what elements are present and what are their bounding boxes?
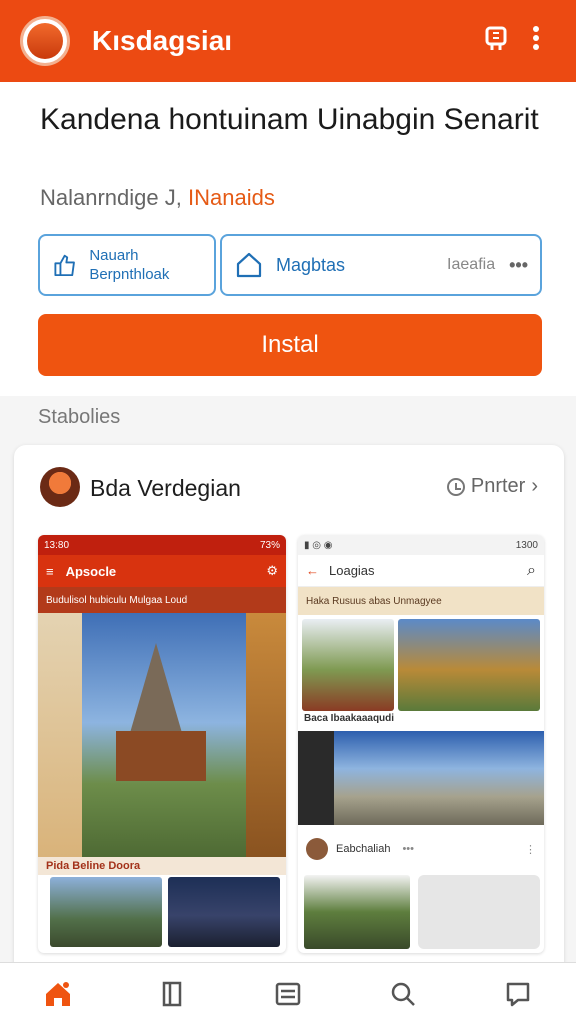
menu-icon: ≡	[46, 563, 54, 579]
screenshot-2-post-row: Eabchaliah ••• ⋮	[298, 829, 544, 869]
settings-icon: ⚙	[266, 563, 278, 578]
thumbs-up-icon	[54, 254, 75, 277]
nav-library[interactable]	[149, 970, 197, 1018]
nav-list[interactable]	[264, 970, 312, 1018]
screenshot-2-banner: Haka Rusuus abas Unmagyee	[298, 587, 544, 615]
screenshot-1-status-bar: 13:80 73%	[38, 535, 286, 555]
post-kebab-icon: ⋮	[525, 843, 536, 856]
screenshot-2-image-4	[304, 875, 410, 949]
screenshot-1-time: 13:80	[44, 539, 70, 551]
screenshot-1[interactable]: 13:80 73% ≡ Apsocle ⚙ Budulisol hubiculu…	[38, 535, 286, 953]
book-icon	[162, 981, 182, 1006]
screenshot-1-banner: Budulisol hubiculu Mulgaa Loud	[38, 587, 286, 613]
app-name: Kandena hontuinam Uinabgin Senarit	[40, 103, 539, 136]
developer-card: Bda Verdegian Pnrter › 13:80 73% ≡ Apsoc…	[14, 445, 564, 1024]
preview-link[interactable]: Pnrter ›	[446, 475, 538, 498]
screenshot-1-side-panel-left	[38, 613, 82, 857]
screenshot-2-title: Loagias	[329, 563, 375, 578]
meta-more-icon[interactable]: •••	[509, 255, 528, 276]
screenshot-2-image-5	[418, 875, 540, 949]
more-vert-icon[interactable]	[516, 25, 556, 58]
screenshot-2-image-2	[398, 619, 540, 711]
screenshot-1-side-panel-right	[246, 613, 286, 857]
clock-icon	[446, 477, 465, 496]
screenshot-2-dark-strip	[298, 731, 334, 825]
preview-label: Pnrter	[470, 475, 526, 497]
chevron-right-icon: ›	[531, 475, 538, 497]
meta-category-label: Magbtas	[276, 254, 346, 275]
screenshot-2-signal-icons: ▮ ◎ ◉	[304, 539, 333, 551]
chat-icon	[507, 982, 530, 1006]
developer-avatar	[40, 467, 80, 507]
install-button[interactable]: Instal	[38, 314, 542, 376]
home-icon	[45, 981, 70, 1006]
screenshot-1-thumb-1	[50, 877, 162, 947]
developer-name: Nalanrndige J,	[40, 185, 182, 210]
developer-line: Nalanrndige J, INanaids	[40, 185, 275, 211]
meta-box-category[interactable]: Magbtas Iaeafia •••	[220, 234, 542, 296]
nav-home[interactable]	[34, 970, 82, 1018]
app-header: Kandena hontuinam Uinabgin Senarit Nalan…	[0, 82, 576, 396]
screenshot-2-image-1	[302, 619, 394, 711]
search-icon: ⌕	[527, 561, 536, 579]
nav-search[interactable]	[379, 970, 427, 1018]
temple-body-shape	[116, 731, 206, 781]
app-bar: Kısdagsiaı	[0, 0, 576, 82]
meta-extra-label: Iaeafia	[447, 256, 496, 273]
screenshot-1-caption: Pida Beline Doora	[38, 857, 286, 875]
screenshot-2-image-3	[298, 731, 544, 825]
share-icon[interactable]	[476, 25, 516, 58]
screenshot-1-toolbar: ≡ Apsocle ⚙	[38, 555, 286, 587]
search-icon	[391, 982, 416, 1006]
bottom-nav	[0, 962, 576, 1024]
screenshot-2-toolbar: ← Loagias ⌕	[298, 555, 544, 587]
developer-link[interactable]: INanaids	[188, 185, 275, 210]
back-arrow-icon: ←	[306, 563, 319, 578]
meta-box-reviews[interactable]: Nauarh Berpnthloak	[38, 234, 216, 296]
screenshot-1-thumb-2	[168, 877, 280, 947]
screenshot-2[interactable]: ▮ ◎ ◉ 1300 ← Loagias ⌕ Haka Rusuus abas …	[298, 535, 544, 953]
screenshot-2-status-bar: ▮ ◎ ◉ 1300	[298, 535, 544, 555]
temple-spire-shape	[130, 643, 182, 733]
nav-messages[interactable]	[494, 970, 542, 1018]
app-logo-icon	[20, 16, 70, 66]
list-icon	[275, 982, 301, 1005]
post-avatar	[306, 838, 328, 860]
screenshot-1-hero-image	[38, 613, 286, 857]
screenshot-1-title: Apsocle	[65, 563, 117, 579]
app-bar-title: Kısdagsiaı	[92, 25, 233, 56]
card-title: Bda Verdegian	[90, 475, 241, 501]
post-name: Eabchaliah	[336, 843, 391, 855]
post-more-icon: •••	[402, 843, 414, 855]
home-outline-icon	[236, 252, 262, 278]
meta-reviews-label: Nauarh Berpnthloak	[89, 247, 170, 283]
screenshot-2-caption: Baca Ibaakaaaqudi	[304, 713, 395, 724]
meta-row: Nauarh Berpnthloak Magbtas Iaeafia •••	[38, 234, 542, 296]
section-title: Stabolies	[38, 406, 121, 428]
screenshot-1-battery: 73%	[259, 539, 280, 551]
screenshot-2-time: 1300	[515, 539, 538, 551]
